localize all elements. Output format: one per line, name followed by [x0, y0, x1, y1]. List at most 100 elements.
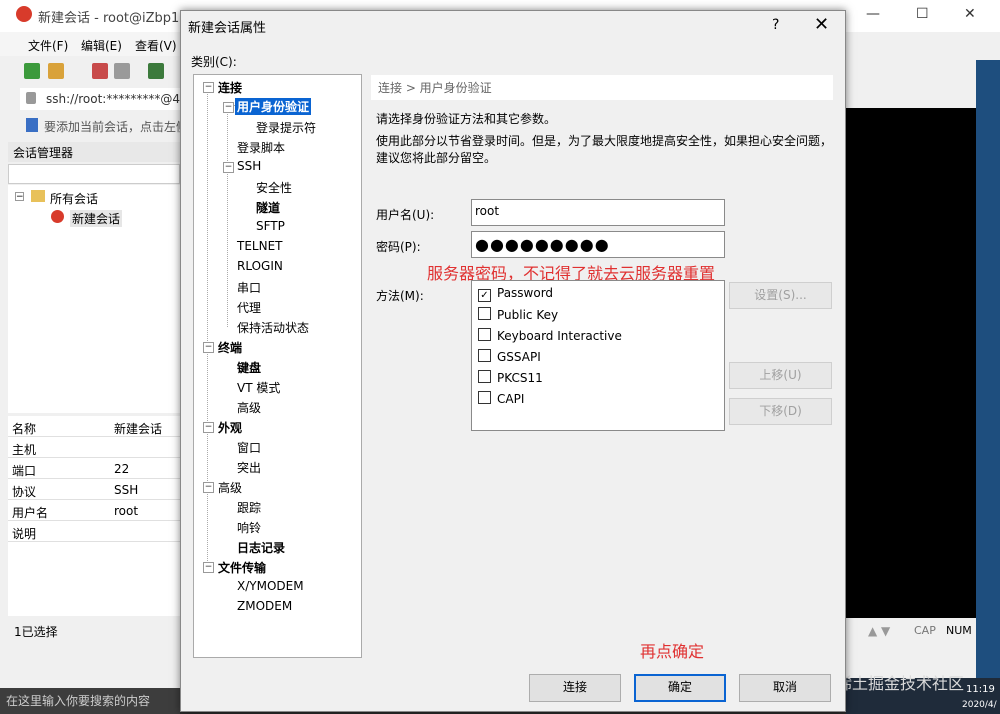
method-public-key[interactable]: Public Key [478, 307, 558, 322]
tree-logging[interactable]: 日志记录 [237, 539, 285, 556]
taskbar-search-placeholder: 在这里输入你要搜索的内容 [6, 694, 151, 708]
cancel-button[interactable]: 取消 [739, 674, 831, 702]
help-icon[interactable]: ? [772, 17, 779, 33]
method-password[interactable]: ✓ Password [478, 286, 553, 302]
collapse-toggle-icon[interactable]: − [203, 482, 214, 493]
method-label-text: Public Key [497, 308, 559, 322]
tree-user-auth[interactable]: 用户身份验证 [235, 98, 312, 115]
open-folder-icon[interactable] [48, 63, 64, 79]
password-label: 密码(P): [376, 240, 421, 254]
terminal-area[interactable] [846, 108, 976, 618]
tree-proxy[interactable]: 代理 [237, 299, 261, 316]
tree-highlight[interactable]: 突出 [237, 459, 261, 476]
method-label-text: CAPI [497, 392, 525, 406]
tree-serial[interactable]: 串口 [237, 279, 261, 296]
method-keyboard-interactive[interactable]: Keyboard Interactive [478, 328, 622, 343]
username-field[interactable]: root [471, 199, 725, 226]
prop-value: SSH [114, 483, 139, 497]
collapse-toggle-icon[interactable]: − [203, 422, 214, 433]
prop-value: 22 [114, 462, 130, 476]
tree-zmodem[interactable]: ZMODEM [237, 599, 292, 613]
tree-advanced[interactable]: 高级 [218, 479, 242, 496]
address-text: ssh://root:*********@47. [46, 92, 192, 106]
collapse-toggle-icon[interactable]: − [203, 342, 214, 353]
prop-key: 协议 [12, 485, 37, 499]
collapse-toggle-icon[interactable]: − [203, 562, 214, 573]
prop-key: 名称 [12, 422, 37, 436]
tree-login-script[interactable]: 登录脚本 [237, 139, 285, 156]
scroll-arrows-icon[interactable]: ▲ ▼ [868, 624, 890, 638]
method-label: 方法(M): [376, 289, 424, 303]
tree-login-prompt[interactable]: 登录提示符 [256, 119, 316, 136]
prop-value: 新建会话 [114, 422, 163, 436]
taskbar-clock[interactable]: 11:19 [966, 684, 995, 695]
menu-view[interactable]: 查看(V) [135, 37, 177, 54]
checkbox-icon[interactable] [478, 307, 491, 320]
tree-security[interactable]: 安全性 [256, 179, 292, 196]
taskbar-date: 2020/4/ [962, 700, 997, 710]
collapse-toggle-icon[interactable]: − [15, 192, 24, 202]
method-label-text: PKCS11 [497, 371, 543, 385]
settings-icon[interactable] [148, 63, 164, 79]
checkbox-icon[interactable] [478, 349, 491, 362]
tree-rlogin[interactable]: RLOGIN [237, 259, 283, 273]
close-icon[interactable]: ✕ [964, 6, 976, 22]
menu-edit[interactable]: 编辑(E) [81, 37, 122, 54]
collapse-toggle-icon[interactable]: − [223, 162, 234, 173]
cap-indicator: CAP [914, 624, 936, 637]
move-up-button[interactable]: 上移(U) [729, 362, 832, 389]
new-session-icon[interactable] [24, 63, 40, 79]
tree-tunnel[interactable]: 隧道 [256, 199, 280, 216]
bookmark-icon [26, 118, 38, 132]
checkbox-icon[interactable] [478, 391, 491, 404]
tree-trace[interactable]: 跟踪 [237, 499, 261, 516]
folder-icon [31, 190, 45, 202]
password-field[interactable]: ●●●●●●●●● [471, 231, 725, 258]
tree-keepalive[interactable]: 保持活动状态 [237, 319, 309, 336]
session-filter-input[interactable] [8, 164, 180, 184]
tree-terminal-advanced[interactable]: 高级 [237, 399, 261, 416]
menu-file[interactable]: 文件(F) [28, 37, 68, 54]
tree-terminal[interactable]: 终端 [218, 339, 242, 356]
background-window-title: 新建会话 - root@iZbp13| [38, 11, 192, 26]
tree-sftp[interactable]: SFTP [256, 219, 285, 233]
method-label-text: GSSAPI [497, 350, 541, 364]
tree-ssh[interactable]: SSH [237, 159, 261, 173]
tree-file-transfer[interactable]: 文件传输 [218, 559, 266, 576]
dialog-close-icon[interactable]: ✕ [814, 14, 829, 35]
maximize-icon[interactable]: ☐ [916, 6, 929, 22]
category-tree: − 连接 − 用户身份验证 登录提示符 登录脚本 − SSH 安全性 隧道 SF… [193, 74, 362, 658]
checkbox-icon[interactable] [478, 370, 491, 383]
num-indicator: NUM [946, 624, 972, 637]
method-gssapi[interactable]: GSSAPI [478, 349, 541, 364]
checkbox-checked-icon[interactable]: ✓ [478, 289, 491, 302]
method-capi[interactable]: CAPI [478, 391, 524, 406]
dialog-title: 新建会话属性 [188, 21, 267, 36]
breadcrumb-text: 连接 > 用户身份验证 [378, 81, 492, 95]
tree-keyboard[interactable]: 键盘 [237, 359, 261, 376]
connect-button[interactable]: 连接 [529, 674, 621, 702]
tree-bell[interactable]: 响铃 [237, 519, 261, 536]
tree-new-session[interactable]: 新建会话 [70, 210, 123, 227]
collapse-toggle-icon[interactable]: − [203, 82, 214, 93]
tree-window[interactable]: 窗口 [237, 439, 261, 456]
minimize-icon[interactable]: — [866, 6, 880, 22]
unlink-icon[interactable] [114, 63, 130, 79]
checkbox-icon[interactable] [478, 328, 491, 341]
tree-appearance[interactable]: 外观 [218, 419, 242, 436]
tree-vt-mode[interactable]: VT 模式 [237, 379, 280, 396]
move-down-button[interactable]: 下移(D) [729, 398, 832, 425]
method-pkcs11[interactable]: PKCS11 [478, 370, 543, 385]
settings-button[interactable]: 设置(S)... [729, 282, 832, 309]
collapse-toggle-icon[interactable]: − [223, 102, 234, 113]
desktop-background [976, 60, 1000, 680]
status-selected: 1已选择 [14, 625, 58, 639]
tree-telnet[interactable]: TELNET [237, 239, 283, 253]
tree-connection[interactable]: 连接 [218, 79, 242, 96]
lock-icon [26, 92, 36, 104]
link-icon[interactable] [92, 63, 108, 79]
ok-button[interactable]: 确定 [634, 674, 726, 702]
tree-xymodem[interactable]: X/YMODEM [237, 579, 304, 593]
method-label-text: Keyboard Interactive [497, 329, 622, 343]
tree-all-sessions[interactable]: 所有会话 [50, 190, 98, 207]
